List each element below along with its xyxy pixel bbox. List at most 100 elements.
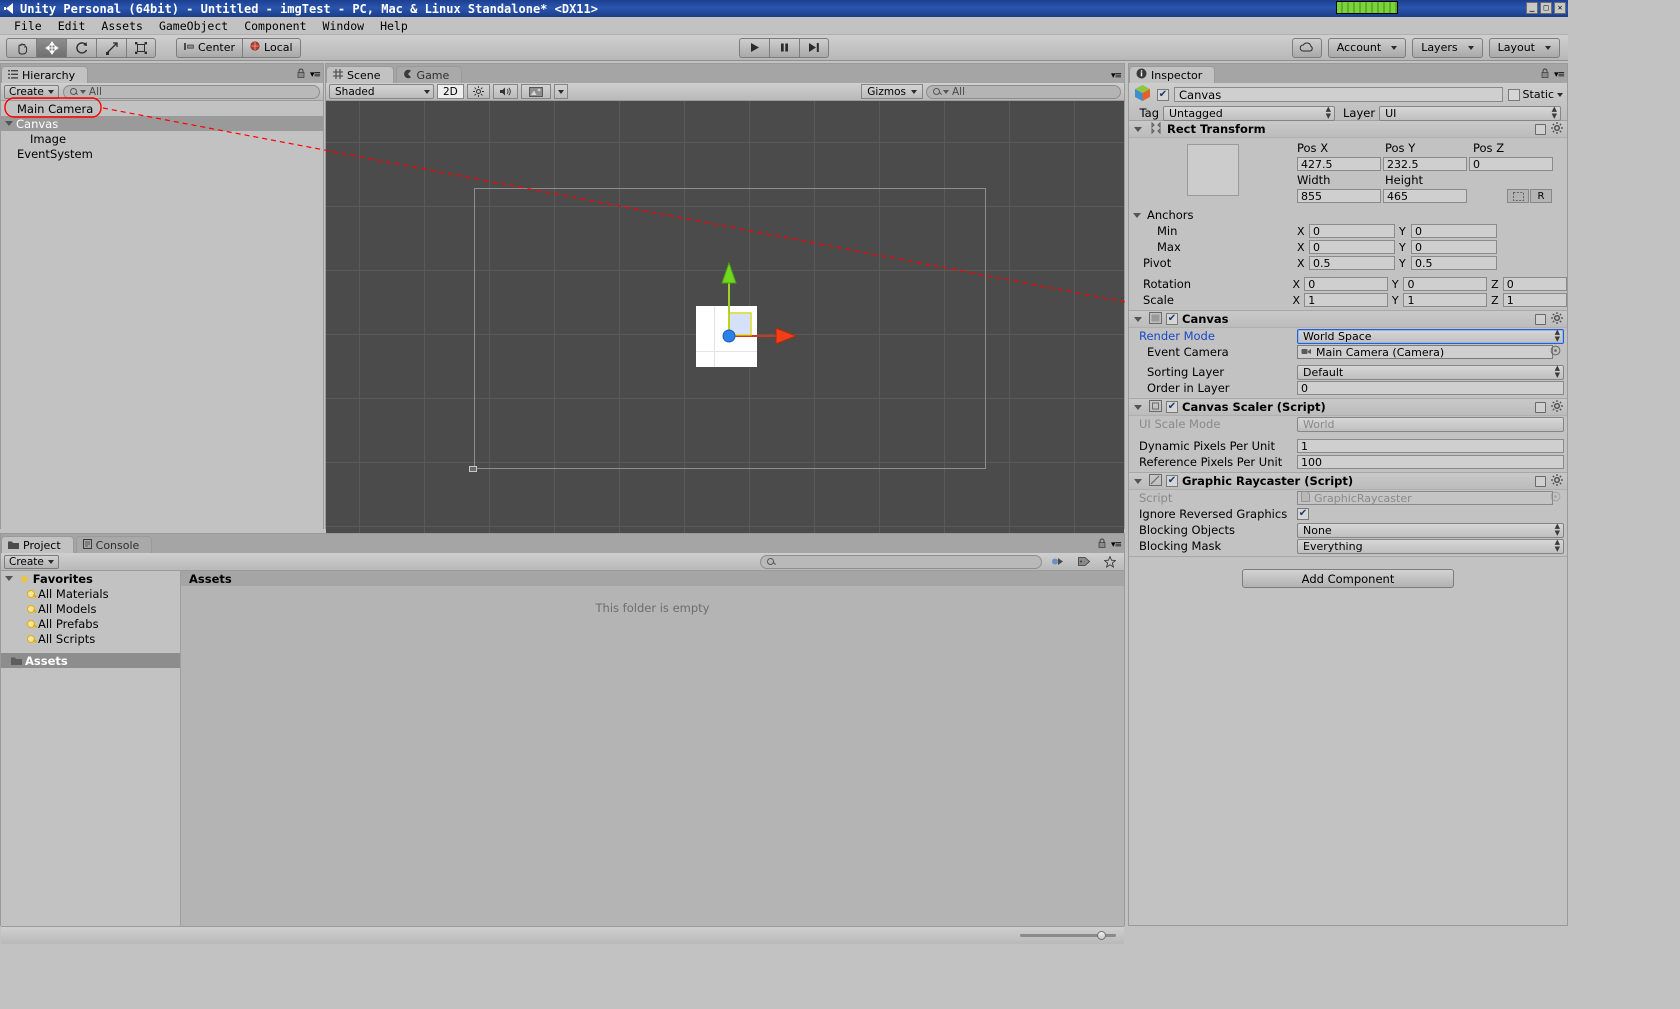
blocking-objects-dropdown[interactable]: None ▲ ▼ <box>1297 522 1564 538</box>
anchor-preset-widget[interactable] <box>1187 144 1239 196</box>
step-button[interactable] <box>799 37 829 58</box>
gizmos-dropdown[interactable]: Gizmos <box>861 84 923 99</box>
render-mode-dropdown[interactable]: World Space ▲ ▼ <box>1297 328 1564 344</box>
layer-dropdown[interactable]: UI ▲ ▼ <box>1379 105 1561 121</box>
rotate-tool-button[interactable] <box>66 37 96 58</box>
menu-item-gameobject[interactable]: GameObject <box>151 19 236 33</box>
hand-tool-button[interactable] <box>6 37 36 58</box>
reference-ppu-field[interactable]: 100 <box>1297 455 1564 469</box>
chevron-down-icon[interactable] <box>5 121 13 126</box>
panel-menu-icon[interactable]: ▾≡ <box>1111 71 1122 81</box>
scene-effects-toggle[interactable] <box>520 84 551 99</box>
scene-viewport[interactable] <box>326 101 1124 546</box>
canvas-enabled-checkbox[interactable] <box>1166 313 1178 325</box>
project-favorite-all-prefabs[interactable]: All Prefabs <box>1 616 180 631</box>
menu-item-edit[interactable]: Edit <box>50 19 94 33</box>
tab-game[interactable]: Game <box>395 66 463 83</box>
gameobject-name-field[interactable]: Canvas <box>1174 87 1503 102</box>
filter-favorite-icon[interactable] <box>1099 554 1121 569</box>
project-assets-view[interactable]: Assets This folder is empty <box>181 571 1124 926</box>
scene-lighting-toggle[interactable] <box>466 84 490 99</box>
project-favorite-all-materials[interactable]: All Materials <box>1 586 180 601</box>
project-favorites-group[interactable]: ★ Favorites <box>1 571 180 586</box>
scale-tool-button[interactable] <box>96 37 126 58</box>
rotation-x-field[interactable]: 0 <box>1304 277 1388 291</box>
canvas-resize-handle[interactable] <box>469 466 477 472</box>
rect-transform-header[interactable]: Rect Transform <box>1129 121 1567 138</box>
panel-menu-icon[interactable]: ▾≡ <box>1111 540 1122 550</box>
account-button[interactable]: Account <box>1327 37 1407 58</box>
minimize-button[interactable]: _ <box>1526 2 1538 14</box>
gear-icon[interactable] <box>1551 399 1563 415</box>
static-checkbox[interactable] <box>1507 88 1520 101</box>
project-search-input[interactable] <box>760 554 1042 569</box>
static-toggle[interactable]: Static <box>1507 88 1563 101</box>
anchor-min-y-field[interactable]: 0 <box>1411 224 1497 238</box>
panel-menu-icon[interactable]: ▾≡ <box>310 70 321 80</box>
pos-z-field[interactable]: 0 <box>1469 157 1553 171</box>
chevron-down-icon[interactable] <box>5 576 13 581</box>
move-gizmo[interactable] <box>656 241 856 381</box>
dynamic-ppu-field[interactable]: 1 <box>1297 439 1564 453</box>
sorting-layer-dropdown[interactable]: Default ▲ ▼ <box>1297 364 1564 380</box>
filter-type-icon[interactable] <box>1046 554 1069 569</box>
ignore-reversed-checkbox[interactable] <box>1297 508 1309 520</box>
close-button[interactable]: ✕ <box>1554 2 1566 14</box>
help-icon[interactable] <box>1535 313 1546 325</box>
play-button[interactable] <box>739 37 769 58</box>
scale-x-field[interactable]: 1 <box>1304 293 1388 307</box>
lock-icon[interactable] <box>1098 538 1106 551</box>
tab-inspector[interactable]: Inspector <box>1129 66 1216 83</box>
scale-y-field[interactable]: 1 <box>1403 293 1488 307</box>
menu-item-component[interactable]: Component <box>236 19 314 33</box>
help-icon[interactable] <box>1535 123 1546 135</box>
rect-tool-button[interactable] <box>126 37 156 58</box>
chevron-down-icon[interactable] <box>1134 316 1142 322</box>
tag-dropdown[interactable]: Untagged ▲ ▼ <box>1163 105 1335 121</box>
tab-scene[interactable]: Scene <box>326 66 394 83</box>
scene-audio-toggle[interactable] <box>492 84 518 99</box>
cloud-services-button[interactable] <box>1291 37 1322 58</box>
shading-mode-dropdown[interactable]: Shaded <box>329 84 434 99</box>
lock-icon[interactable] <box>1541 68 1549 81</box>
anchor-max-x-field[interactable]: 0 <box>1309 240 1395 254</box>
chevron-down-icon[interactable] <box>1557 92 1563 97</box>
menu-item-help[interactable]: Help <box>372 19 416 33</box>
project-folder-assets[interactable]: Assets <box>1 653 180 668</box>
help-icon[interactable] <box>1535 401 1546 413</box>
chevron-down-icon[interactable] <box>1134 126 1142 132</box>
gear-icon[interactable] <box>1551 121 1563 137</box>
chevron-down-icon[interactable] <box>1134 404 1142 410</box>
canvas-header[interactable]: Canvas <box>1129 311 1567 328</box>
project-create-button[interactable]: Create <box>4 554 59 569</box>
slider-handle[interactable] <box>1097 930 1106 940</box>
chevron-down-icon[interactable] <box>1133 212 1141 218</box>
menu-item-window[interactable]: Window <box>315 19 373 33</box>
menu-item-file[interactable]: File <box>6 19 50 33</box>
scene-search-input[interactable]: All <box>926 84 1121 99</box>
pause-button[interactable] <box>769 37 799 58</box>
graphic-raycaster-header[interactable]: Graphic Raycaster (Script) <box>1129 473 1567 490</box>
hierarchy-item-main-camera[interactable]: Main Camera <box>1 101 323 116</box>
pivot-mode-button[interactable]: Center <box>176 37 243 58</box>
icon-size-slider[interactable] <box>1020 930 1116 940</box>
layers-button[interactable]: Layers <box>1412 37 1483 58</box>
space-mode-button[interactable]: Local <box>242 37 301 58</box>
rotation-y-field[interactable]: 0 <box>1403 277 1488 291</box>
graphic-raycaster-enabled-checkbox[interactable] <box>1166 475 1178 487</box>
hierarchy-item-image[interactable]: Image <box>1 131 323 146</box>
blocking-mask-dropdown[interactable]: Everything ▲ ▼ <box>1297 538 1564 554</box>
chevron-down-icon[interactable] <box>1134 478 1142 484</box>
pos-y-field[interactable]: 232.5 <box>1383 157 1467 171</box>
scene-effects-dropdown[interactable] <box>553 84 568 99</box>
hierarchy-search-input[interactable]: All <box>62 84 320 99</box>
scale-z-field[interactable]: 1 <box>1502 293 1567 307</box>
blueprint-raw-toggles[interactable]: R <box>1507 189 1552 203</box>
tab-hierarchy[interactable]: Hierarchy <box>1 66 89 83</box>
maximize-button[interactable]: □ <box>1540 2 1552 14</box>
anchor-max-y-field[interactable]: 0 <box>1411 240 1497 254</box>
object-picker-icon[interactable] <box>1550 345 1561 359</box>
panel-menu-icon[interactable]: ▾≡ <box>1554 70 1565 80</box>
canvas-scaler-header[interactable]: Canvas Scaler (Script) <box>1129 399 1567 416</box>
order-in-layer-field[interactable]: 0 <box>1297 381 1564 395</box>
